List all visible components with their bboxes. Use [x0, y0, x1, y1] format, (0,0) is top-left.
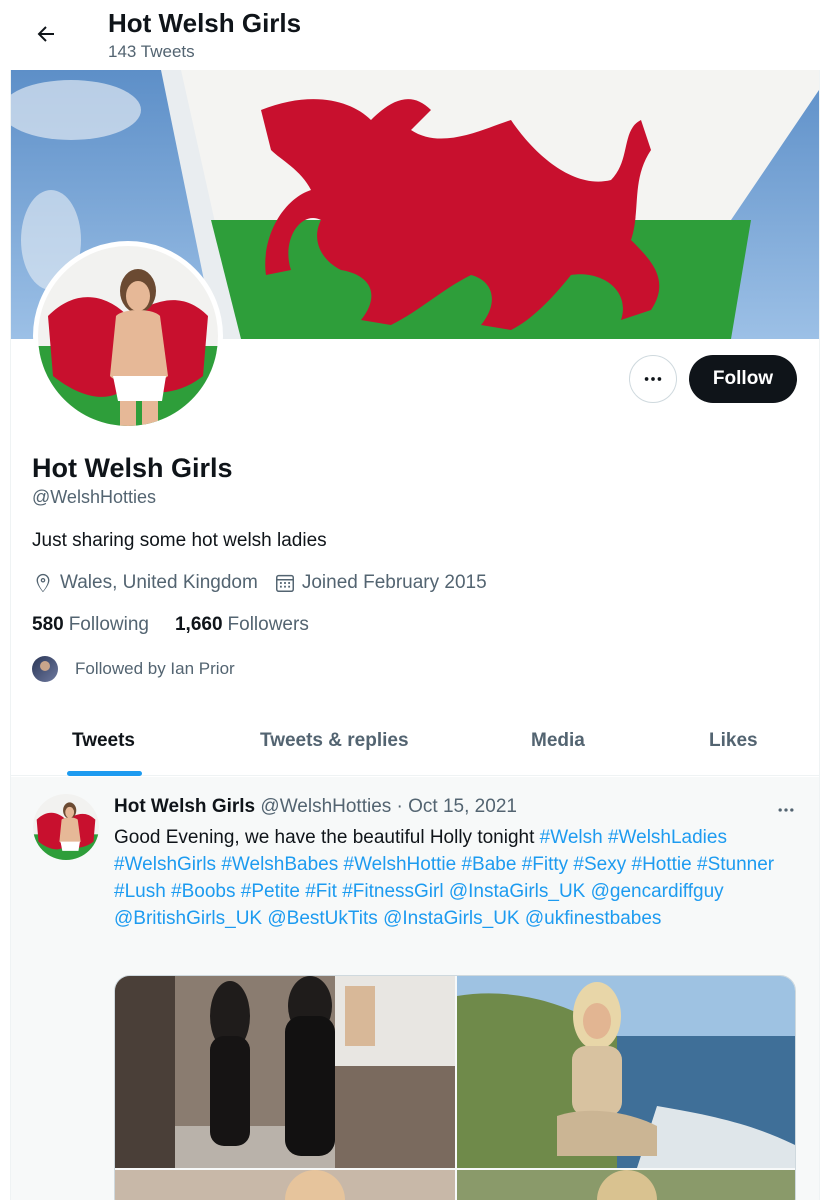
tweet-text-body: Good Evening, we have the beautiful Holl… — [114, 827, 540, 848]
photo-image — [457, 976, 795, 1168]
tab-media[interactable]: Media — [531, 706, 585, 776]
hashtag[interactable]: #FitnessGirl — [342, 881, 443, 902]
photo-image — [115, 1170, 455, 1200]
media-photo-3[interactable] — [115, 1170, 455, 1200]
media-photo-2[interactable] — [457, 976, 795, 1168]
tab-likes[interactable]: Likes — [709, 706, 758, 776]
profile-handle: @WelshHotties — [32, 487, 156, 507]
tweet-more-button[interactable] — [771, 795, 801, 825]
more-dots-icon — [778, 808, 794, 812]
followers-label: Followers — [227, 614, 309, 635]
mention[interactable]: @BritishGirls_UK — [114, 908, 262, 929]
tab-tweets-replies[interactable]: Tweets & replies — [260, 706, 409, 776]
hashtag[interactable]: #Fit — [305, 881, 337, 902]
followers-count: 1,660 — [174, 614, 223, 635]
profile-header-bar: Hot Welsh Girls 143 Tweets — [0, 0, 831, 70]
tab-tweets[interactable]: Tweets — [72, 706, 135, 776]
hashtag[interactable]: #Hottie — [632, 854, 692, 875]
avatar-image — [38, 246, 218, 426]
more-options-button[interactable] — [629, 355, 677, 403]
profile-meta: Wales, United Kingdom Joined February 20… — [32, 572, 503, 594]
joined-text: Joined February 2015 — [301, 572, 487, 593]
mention[interactable]: @InstaGirls_UK — [449, 881, 586, 902]
profile-location: Wales, United Kingdom — [32, 572, 258, 594]
photo-image — [115, 976, 455, 1168]
back-arrow-icon — [37, 26, 54, 42]
mention[interactable]: @BestUkTits — [267, 908, 377, 929]
tweet-media-grid — [114, 975, 796, 1200]
tweet-handle-date[interactable]: @WelshHotties · Oct 15, 2021 — [260, 796, 517, 817]
hashtag[interactable]: #Petite — [241, 881, 300, 902]
mention[interactable]: @ukfinestbabes — [525, 908, 662, 929]
profile-display-name: Hot Welsh Girls — [32, 453, 233, 483]
tweet[interactable]: Hot Welsh Girls @WelshHotties · Oct 15, … — [11, 777, 819, 1200]
profile-counts: 580 Following 1,660 Followers — [32, 614, 335, 636]
tweet-text: Good Evening, we have the beautiful Holl… — [114, 824, 784, 932]
photo-image — [457, 1170, 795, 1200]
hashtag[interactable]: #Sexy — [573, 854, 626, 875]
media-photo-1[interactable] — [115, 976, 455, 1168]
header-tweet-count: 143 Tweets — [108, 42, 195, 61]
hashtag[interactable]: #WelshLadies — [608, 827, 727, 848]
active-tab-indicator — [67, 771, 142, 776]
profile-avatar[interactable] — [33, 241, 223, 431]
hashtag[interactable]: #Fitty — [522, 854, 568, 875]
hashtag[interactable]: #Lush — [114, 881, 166, 902]
profile-joined: Joined February 2015 — [274, 572, 487, 594]
following-link[interactable]: 580 Following — [32, 614, 149, 636]
follow-button[interactable]: Follow — [689, 355, 797, 403]
hashtag[interactable]: #WelshBabes — [221, 854, 338, 875]
tweet-author-avatar[interactable] — [33, 794, 99, 860]
following-count: 580 — [32, 614, 64, 635]
mention[interactable]: @gencardiffguy — [591, 881, 724, 902]
hashtag[interactable]: #Stunner — [697, 854, 774, 875]
hashtag[interactable]: #Boobs — [171, 881, 235, 902]
location-text: Wales, United Kingdom — [60, 572, 258, 593]
follower-avatar — [32, 656, 58, 682]
tweet-header: Hot Welsh Girls @WelshHotties · Oct 15, … — [114, 796, 517, 818]
tweet-author-name[interactable]: Hot Welsh Girls — [114, 796, 255, 817]
hashtag[interactable]: #WelshHottie — [344, 854, 457, 875]
profile-bio: Just sharing some hot welsh ladies — [32, 530, 327, 551]
profile-tabs: Tweets Tweets & replies Media Likes — [11, 706, 819, 776]
hashtag[interactable]: #WelshGirls — [114, 854, 216, 875]
more-dots-icon — [644, 377, 662, 381]
media-photo-4[interactable] — [457, 1170, 795, 1200]
header-title: Hot Welsh Girls — [108, 8, 302, 38]
following-label: Following — [68, 614, 149, 635]
hashtag[interactable]: #Welsh — [540, 827, 603, 848]
followed-by-text: Followed by Ian Prior — [75, 659, 235, 678]
tweet-avatar-image — [33, 794, 99, 860]
followers-link[interactable]: 1,660 Followers — [175, 614, 309, 636]
hashtag[interactable]: #Babe — [461, 854, 516, 875]
calendar-icon — [275, 574, 294, 592]
location-pin-icon — [36, 573, 50, 593]
back-button[interactable] — [26, 14, 66, 54]
followed-by-link[interactable]: Followed by Ian Prior — [32, 656, 235, 682]
mention[interactable]: @InstaGirls_UK — [383, 908, 520, 929]
